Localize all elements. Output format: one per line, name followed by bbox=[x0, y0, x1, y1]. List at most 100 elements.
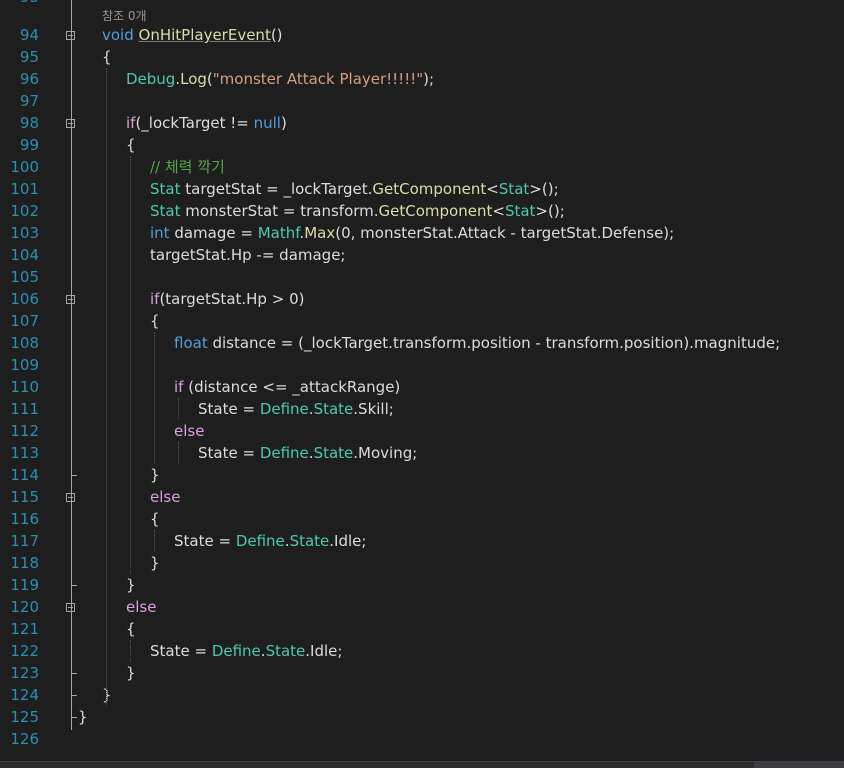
code-token: targetStat = _lockTarget. bbox=[180, 180, 373, 198]
line-number: 95 bbox=[19, 48, 39, 66]
code-token: ); bbox=[423, 70, 435, 88]
code-editor[interactable]: 93 94 95 96 97 98 99 100 101 102 103 104 105 106 107 1… bbox=[0, 0, 844, 768]
code-token: float bbox=[174, 334, 208, 352]
code-token: ) bbox=[280, 114, 287, 132]
code-line[interactable]: State = Define.State.Idle; bbox=[150, 640, 342, 662]
code-token: targetStat.Hp -= damage; bbox=[150, 246, 346, 264]
line-number: 99 bbox=[19, 136, 39, 154]
line-number: 108 bbox=[10, 334, 39, 352]
code-token: OnHitPlayerEvent bbox=[138, 26, 271, 44]
code-token: int bbox=[150, 224, 170, 242]
code-token: Define bbox=[259, 444, 309, 462]
line-number: 94 bbox=[19, 26, 39, 44]
code-line[interactable]: } bbox=[150, 464, 160, 486]
line-number: 123 bbox=[10, 664, 39, 682]
code-line[interactable]: { bbox=[126, 618, 136, 640]
line-number: 106 bbox=[10, 290, 39, 308]
code-token: GetComponent bbox=[378, 202, 493, 220]
codelens-references[interactable]: 참조 0개 bbox=[102, 6, 147, 26]
line-number: 121 bbox=[10, 620, 39, 638]
code-line[interactable]: } bbox=[126, 574, 136, 596]
horizontal-scrollbar[interactable] bbox=[754, 762, 844, 768]
code-token: Mathf bbox=[257, 224, 300, 242]
code-token: } bbox=[150, 554, 160, 572]
code-line[interactable]: { bbox=[126, 134, 136, 156]
fold-outline-end bbox=[71, 695, 77, 696]
code-token: monsterStat = transform. bbox=[180, 202, 379, 220]
code-token: State = bbox=[198, 400, 260, 418]
code-token: } bbox=[78, 708, 88, 726]
code-token: // 체력 깍기 bbox=[150, 158, 225, 176]
code-token: Stat bbox=[150, 202, 181, 220]
code-line[interactable]: void OnHitPlayerEvent() bbox=[102, 24, 283, 46]
code-line[interactable]: Debug.Log("monster Attack Player!!!!!"); bbox=[126, 68, 434, 90]
fold-outline-end bbox=[71, 717, 77, 718]
code-token: { bbox=[150, 510, 160, 528]
line-number: 104 bbox=[10, 246, 39, 264]
code-line[interactable]: if(_lockTarget != null) bbox=[126, 112, 287, 134]
code-line[interactable]: { bbox=[102, 46, 112, 68]
code-line[interactable]: State = Define.State.Moving; bbox=[198, 442, 417, 464]
line-number: 109 bbox=[10, 356, 39, 374]
indent-guide bbox=[106, 68, 107, 706]
code-line[interactable]: } bbox=[150, 552, 160, 574]
code-token: () bbox=[270, 26, 283, 44]
line-number: 118 bbox=[10, 554, 39, 572]
fold-outline bbox=[71, 0, 72, 730]
line-number: 96 bbox=[19, 70, 39, 88]
code-token: State = bbox=[150, 642, 212, 660]
code-token: (targetStat.Hp > 0) bbox=[159, 290, 305, 308]
code-token: (_lockTarget != bbox=[135, 114, 254, 132]
code-token: State bbox=[289, 532, 330, 550]
code-token: distance = (_lockTarget.transform.positi… bbox=[207, 334, 781, 352]
line-number: 110 bbox=[10, 378, 39, 396]
code-token: { bbox=[150, 312, 160, 330]
line-number: 97 bbox=[19, 92, 39, 110]
code-token: } bbox=[126, 664, 136, 682]
code-token: .Idle; bbox=[305, 642, 343, 660]
code-token: .Moving; bbox=[353, 444, 418, 462]
code-line[interactable]: else bbox=[126, 596, 156, 618]
code-line[interactable]: int damage = Mathf.Max(0, monsterStat.At… bbox=[150, 222, 674, 244]
code-token: } bbox=[126, 576, 136, 594]
code-token: (distance <= _attackRange) bbox=[183, 378, 401, 396]
code-line[interactable]: { bbox=[150, 508, 160, 530]
code-line[interactable]: else bbox=[150, 486, 180, 508]
code-token: "monster Attack Player!!!!!" bbox=[212, 70, 424, 88]
line-number: 119 bbox=[10, 576, 39, 594]
code-line[interactable]: // 체력 깍기 bbox=[150, 156, 225, 178]
line-number: 125 bbox=[10, 708, 39, 726]
line-number: 115 bbox=[10, 488, 39, 506]
indent-guide bbox=[130, 156, 131, 574]
code-token: Max bbox=[304, 224, 336, 242]
code-token: damage = bbox=[169, 224, 258, 242]
code-line[interactable]: else bbox=[174, 420, 204, 442]
code-token: Define bbox=[235, 532, 285, 550]
code-token: < bbox=[486, 180, 499, 198]
code-line[interactable]: State = Define.State.Skill; bbox=[198, 398, 394, 420]
code-token: >(); bbox=[529, 180, 559, 198]
line-number: 126 bbox=[10, 730, 39, 748]
line-number: 114 bbox=[10, 466, 39, 484]
code-line[interactable]: State = Define.State.Idle; bbox=[174, 530, 366, 552]
code-line[interactable]: Stat monsterStat = transform.GetComponen… bbox=[150, 200, 565, 222]
code-token: Stat bbox=[504, 202, 536, 220]
code-token: { bbox=[102, 48, 112, 66]
code-line[interactable]: } bbox=[126, 662, 136, 684]
code-token: State bbox=[313, 400, 354, 418]
line-number: 93 bbox=[0, 0, 39, 8]
code-line[interactable]: targetStat.Hp -= damage; bbox=[150, 244, 346, 266]
code-token: { bbox=[126, 620, 136, 638]
indent-guide bbox=[178, 442, 179, 464]
code-line[interactable]: Stat targetStat = _lockTarget.GetCompone… bbox=[150, 178, 559, 200]
code-line[interactable]: if(targetStat.Hp > 0) bbox=[150, 288, 304, 310]
code-line[interactable]: if (distance <= _attackRange) bbox=[174, 376, 400, 398]
code-token: (0, monsterStat.Attack - targetStat.Defe… bbox=[335, 224, 675, 242]
code-line[interactable]: } bbox=[78, 706, 88, 728]
code-line[interactable]: { bbox=[150, 310, 160, 332]
code-token: Define bbox=[211, 642, 261, 660]
code-token: else bbox=[150, 488, 181, 506]
code-token: GetComponent bbox=[372, 180, 487, 198]
code-line[interactable]: float distance = (_lockTarget.transform.… bbox=[174, 332, 780, 354]
code-token: } bbox=[150, 466, 160, 484]
